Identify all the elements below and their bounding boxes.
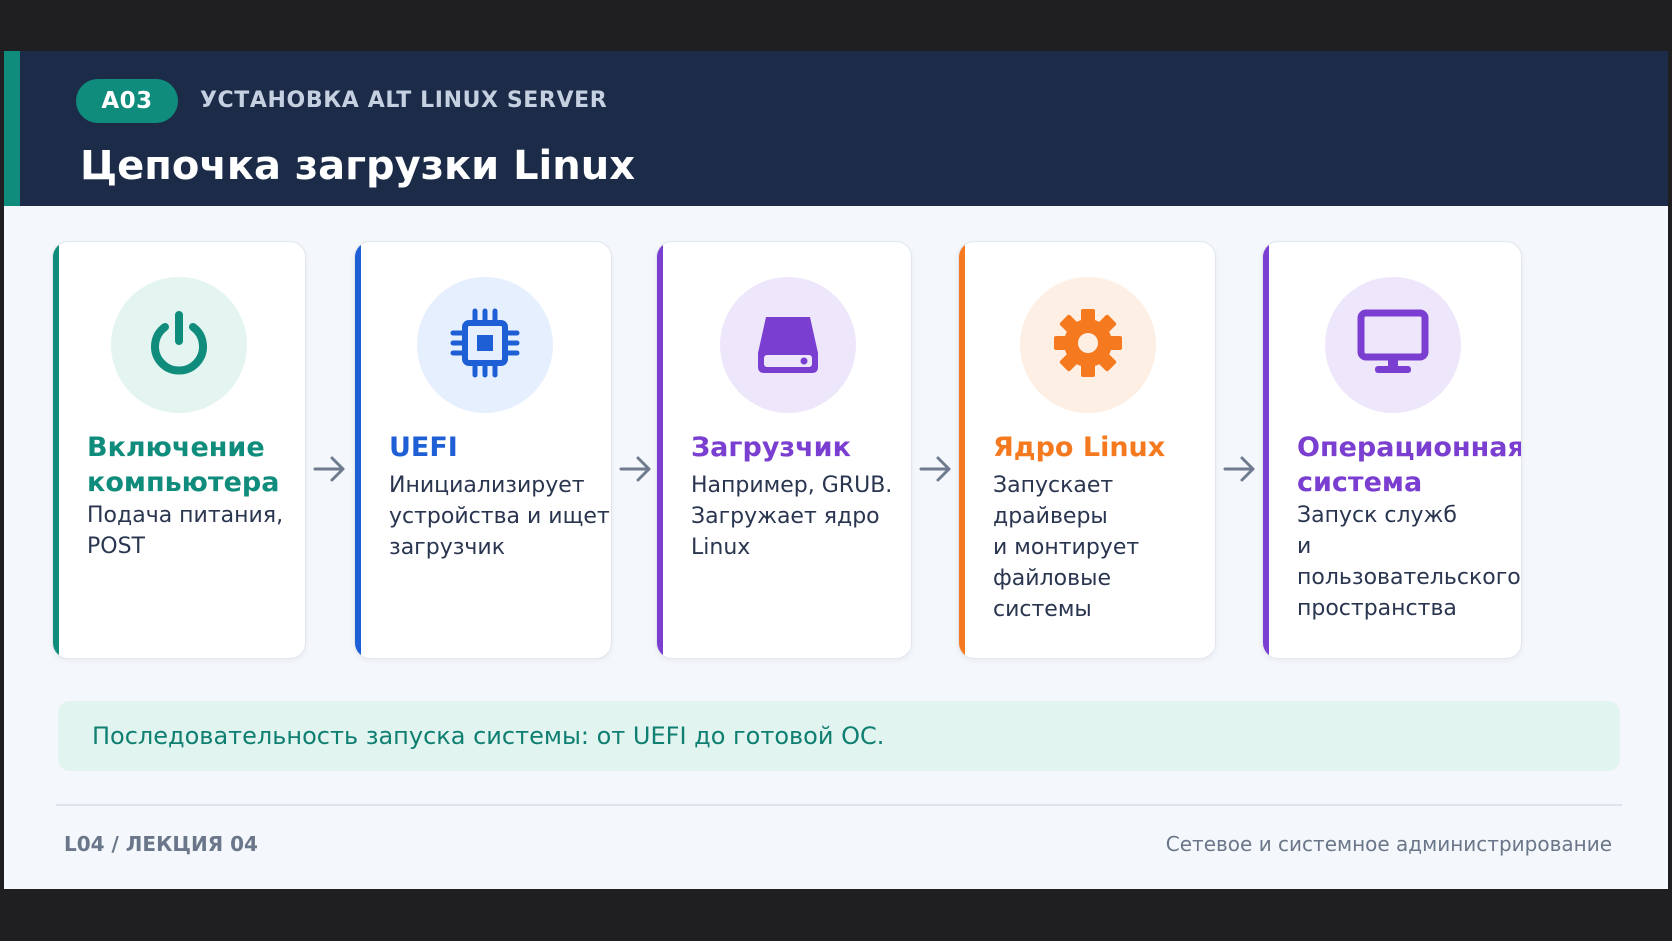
icon-circle xyxy=(1020,277,1156,413)
icon-circle xyxy=(720,277,856,413)
icon-circle xyxy=(111,277,247,413)
icon-circle xyxy=(417,277,553,413)
step-title: Ядро Linux xyxy=(993,430,1165,465)
footer-divider xyxy=(56,804,1622,806)
chip-icon xyxy=(447,305,523,385)
step-card-bootloader: Загрузчик Например, GRUB. Загружает ядро… xyxy=(656,241,912,659)
step-card-kernel: Ядро Linux Запускает драйверы и монтируе… xyxy=(958,241,1216,659)
page-title: Цепочка загрузки Linux xyxy=(80,143,636,189)
arrow-right-icon xyxy=(916,454,956,484)
course-name: Сетевое и системное администрирование xyxy=(1165,832,1612,856)
card-accent-bar xyxy=(657,242,663,658)
lecture-label: L04 / ЛЕКЦИЯ 04 xyxy=(64,832,258,856)
summary-note: Последовательность запуска системы: от U… xyxy=(58,701,1620,771)
step-title: Включение компьютера xyxy=(87,430,279,500)
step-title-line-1: UEFI xyxy=(389,432,458,463)
step-title: Операционная система xyxy=(1297,430,1522,500)
arrow-right-icon xyxy=(1220,454,1260,484)
header-accent-bar xyxy=(4,51,20,206)
step-title: Загрузчик xyxy=(691,430,851,465)
step-title-line-1: Ядро Linux xyxy=(993,432,1166,463)
icon-circle xyxy=(1325,277,1461,413)
gear-icon xyxy=(1050,305,1126,385)
slide: A03 УСТАНОВКА ALT LINUX SERVER Цепочка з… xyxy=(4,51,1668,889)
arrow-right-icon xyxy=(616,454,656,484)
step-card-operating-system: Операционная система Запуск служб и поль… xyxy=(1262,241,1522,659)
step-title-line-2: система xyxy=(1297,467,1423,498)
step-description: Инициализирует устройства и ищет загрузч… xyxy=(389,473,610,560)
monitor-icon xyxy=(1355,305,1431,385)
card-accent-bar xyxy=(959,242,965,658)
step-title-line-1: Включение xyxy=(87,432,265,463)
card-accent-bar xyxy=(53,242,59,658)
step-card-power-on: Включение компьютера Подача питания, POS… xyxy=(52,241,306,659)
card-accent-bar xyxy=(355,242,361,658)
hard-drive-icon xyxy=(752,307,824,383)
step-description: Запуск служб и пользовательского простра… xyxy=(1297,503,1521,621)
power-icon xyxy=(143,307,215,383)
step-description: Например, GRUB. Загружает ядро Linux xyxy=(691,473,893,560)
arrow-right-icon xyxy=(310,454,350,484)
summary-note-text: Последовательность запуска системы: от U… xyxy=(92,722,885,750)
card-accent-bar xyxy=(1263,242,1269,658)
course-title: УСТАНОВКА ALT LINUX SERVER xyxy=(200,88,608,113)
step-title: UEFI xyxy=(389,430,458,465)
step-description: Подача питания, POST xyxy=(87,503,284,559)
slide-header: A03 УСТАНОВКА ALT LINUX SERVER Цепочка з… xyxy=(4,51,1668,206)
step-title-line-2: компьютера xyxy=(87,467,280,498)
step-card-uefi: UEFI Инициализирует устройства и ищет за… xyxy=(354,241,612,659)
step-description: Запускает драйверы и монтирует файловые … xyxy=(993,473,1140,622)
lesson-badge: A03 xyxy=(76,79,178,123)
step-title-line-1: Операционная xyxy=(1297,432,1522,463)
step-title-line-1: Загрузчик xyxy=(691,432,851,463)
